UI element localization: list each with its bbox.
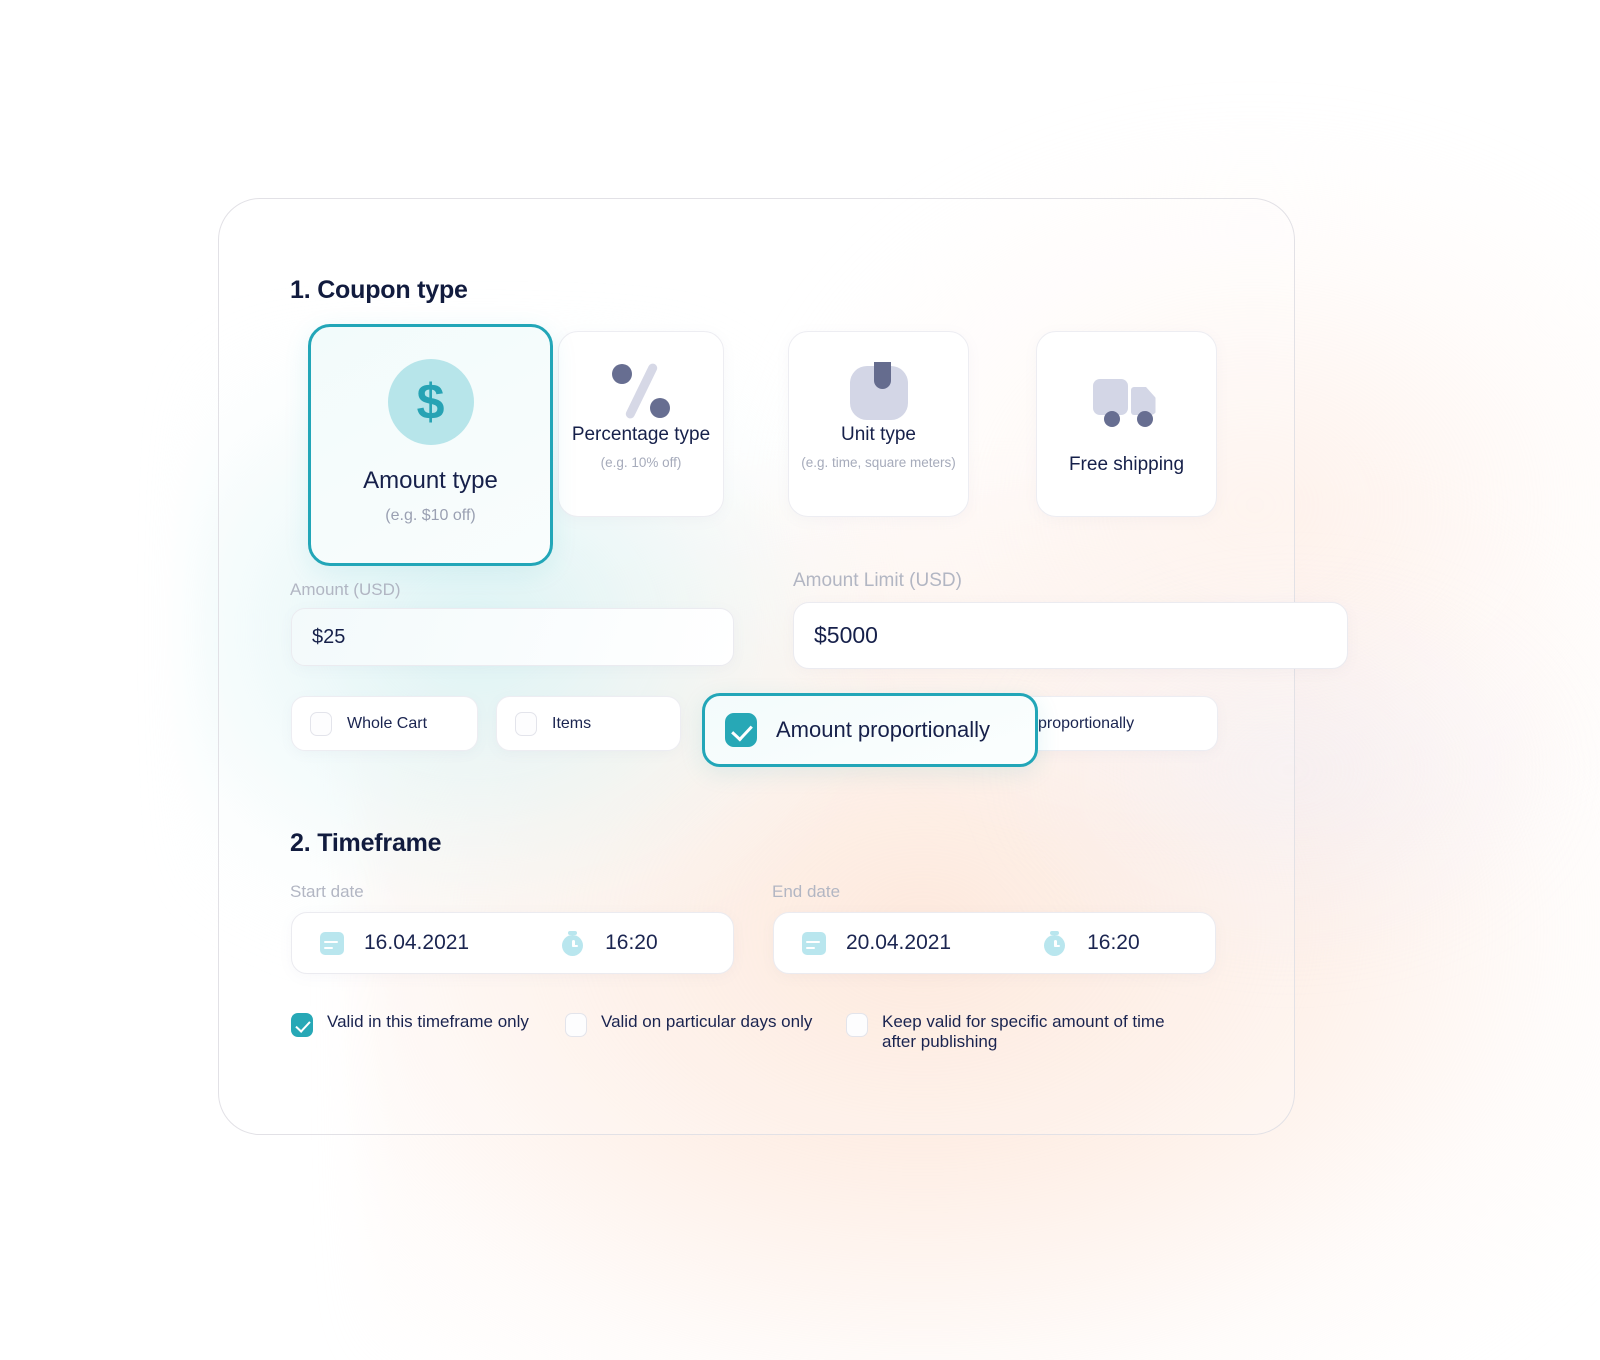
percent-icon [610,362,672,420]
clock-crown [1050,930,1060,935]
coupon-type-card-free-shipping[interactable]: Free shipping [1036,331,1217,517]
end-date-field[interactable]: 20.04.2021 16:20 [773,912,1216,974]
start-date-value: 16.04.2021 [364,931,470,954]
option-amount-proportionally[interactable]: Amount proportionally [702,693,1038,767]
start-time-value: 16:20 [605,931,658,954]
option-label-items: Items [552,714,592,732]
percent-icon-holder [559,358,723,424]
option-items[interactable]: Items [496,696,681,751]
truck-icon-holder [1037,372,1216,432]
label-amount: Amount (USD) [290,580,401,599]
truck-wheel-front [1136,411,1153,427]
section-heading-timeframe: 2. Timeframe [290,829,442,857]
calendar-icon [320,931,344,955]
clock-hand-hour [1054,944,1061,947]
percent-dot-bottom [650,398,670,418]
option-valid-particular-days[interactable]: Valid on particular days only [565,1012,812,1037]
coupon-type-card-amount[interactable]: $ Amount type (e.g. $10 off) [308,324,553,566]
end-time-segment[interactable]: 16:20 [1043,930,1140,956]
card-subtitle-unit: (e.g. time, square meters) [801,455,956,470]
checkbox-whole-cart[interactable] [310,711,332,736]
unit-icon-holder [789,358,968,424]
option-whole-cart[interactable]: Whole Cart [291,696,478,751]
label-end-date: End date [772,882,841,901]
clock-icon [1043,930,1067,956]
card-title-unit: Unit type [841,424,916,445]
unit-box-tab [873,362,891,389]
truck-cargo-box [1092,379,1128,415]
checkbox-valid-in-timeframe[interactable] [291,1013,313,1037]
dollar-circle-icon: $ [387,359,474,445]
truck-wheel-rear [1103,411,1120,427]
start-date-field[interactable]: 16.04.2021 16:20 [291,912,734,974]
clock-hand-hour [572,944,579,947]
clock-icon [561,930,585,956]
option-label-whole-cart: Whole Cart [347,714,428,732]
unit-box-icon [849,362,908,420]
amount-input[interactable]: $25 [291,608,734,666]
form-content: 1. Coupon type $ Amount type (e.g. $10 o… [218,198,1348,1135]
option-keep-valid-after-publishing[interactable]: Keep valid for specific amount of time a… [846,1012,1172,1051]
option-label-amount-proportionally: Amount proportionally [776,717,991,742]
start-time-segment[interactable]: 16:20 [561,930,658,956]
end-date-segment[interactable]: 20.04.2021 [802,931,951,955]
clock-crown [568,930,578,935]
coupon-type-card-unit[interactable]: Unit type (e.g. time, square meters) [788,331,969,517]
section-heading-coupon-type: 1. Coupon type [290,276,468,304]
option-label-valid-in-timeframe: Valid in this timeframe only [327,1012,529,1031]
percent-dot-top [612,364,632,384]
end-time-value: 16:20 [1087,931,1140,954]
label-start-date: Start date [290,882,364,901]
checkbox-amount-proportionally[interactable] [725,713,757,747]
option-valid-in-timeframe[interactable]: Valid in this timeframe only [291,1012,529,1037]
card-subtitle-percentage: (e.g. 10% off) [600,455,682,470]
checkbox-keep-valid-after-publishing[interactable] [846,1013,868,1037]
option-label-keep-valid-after-publishing: Keep valid for specific amount of time a… [882,1012,1165,1051]
card-title-free-shipping: Free shipping [1068,454,1185,475]
card-title-percentage: Percentage type [571,424,711,445]
card-subtitle-amount: (e.g. $10 off) [385,507,476,524]
end-date-value: 20.04.2021 [846,931,952,954]
label-amount-limit: Amount Limit (USD) [793,570,962,591]
start-date-segment[interactable]: 16.04.2021 [320,931,469,955]
dollar-glyph: $ [416,374,445,430]
option-label-valid-particular-days: Valid on particular days only [601,1012,813,1031]
calendar-icon [802,931,826,955]
truck-icon [1092,377,1161,427]
card-title-amount: Amount type [363,467,498,494]
checkbox-valid-particular-days[interactable] [565,1013,587,1037]
checkbox-items[interactable] [515,711,537,736]
coupon-type-card-percentage[interactable]: Percentage type (e.g. 10% off) [558,331,724,517]
amount-limit-input[interactable]: $5000 [793,602,1348,669]
